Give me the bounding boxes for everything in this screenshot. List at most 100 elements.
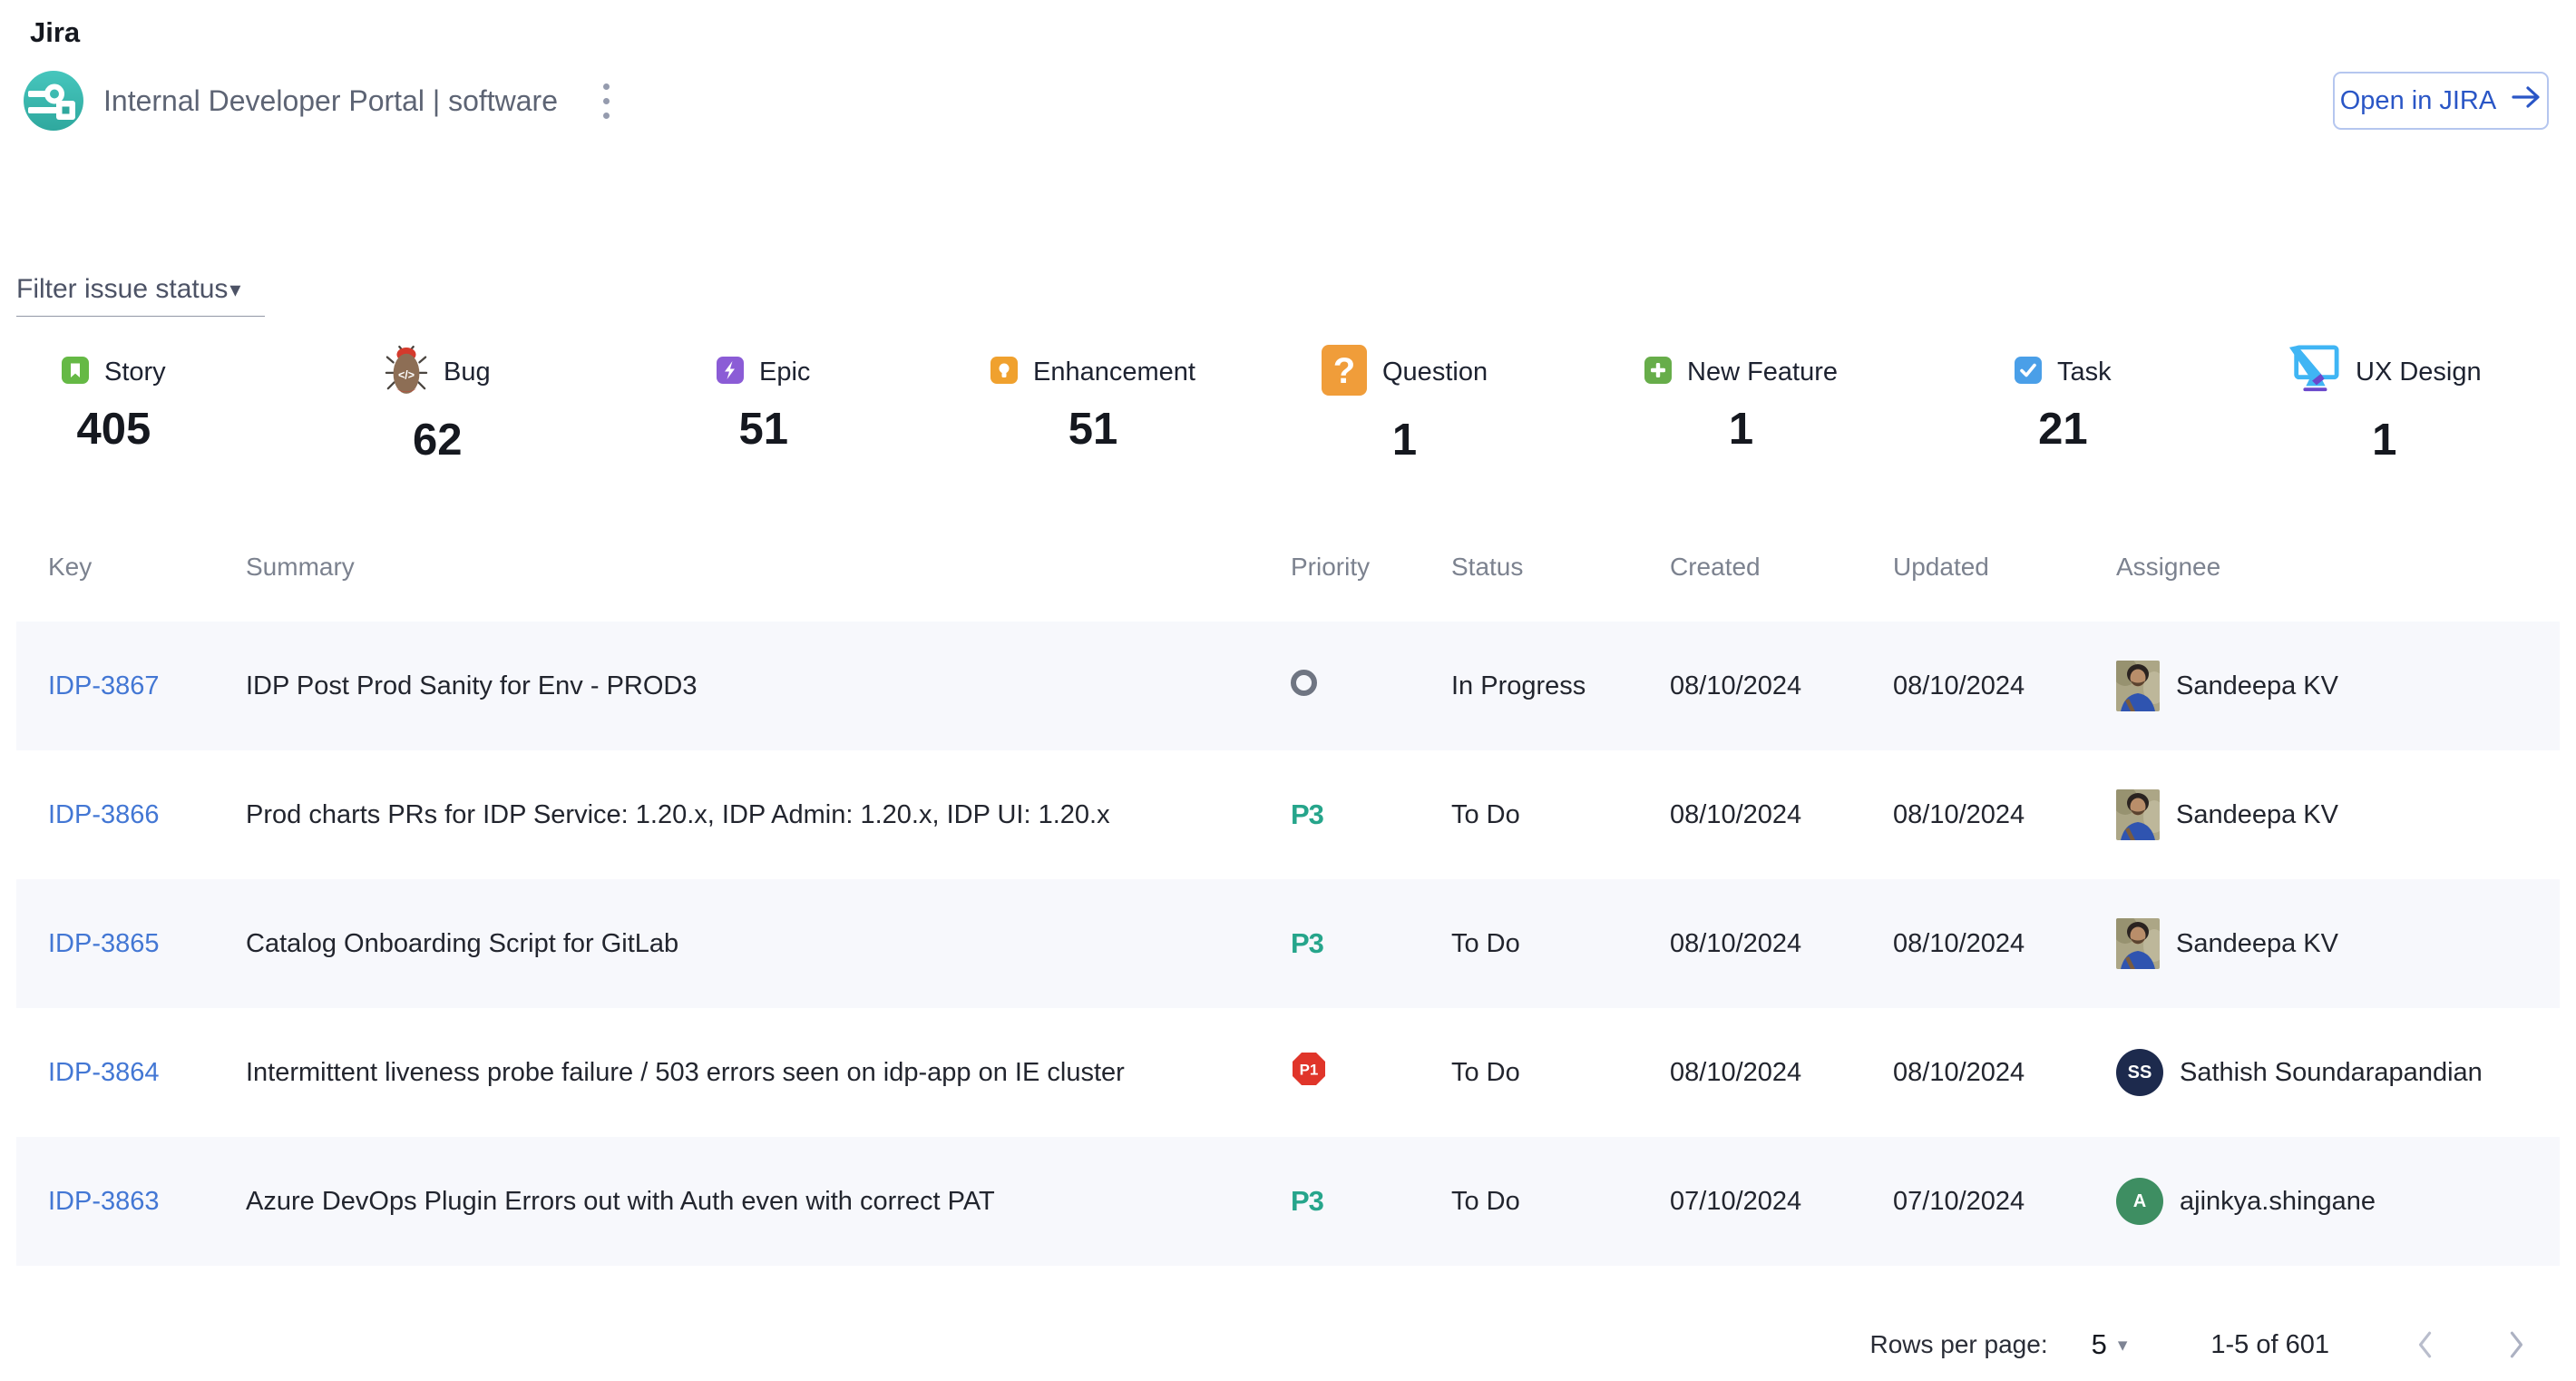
more-options-icon[interactable] (598, 78, 615, 124)
ux-design-icon (2288, 345, 2340, 400)
rows-per-page-select[interactable]: 5 ▾ (2092, 1328, 2128, 1361)
priority-p3-label: P3 (1291, 1185, 1323, 1217)
issue-summary: Prod charts PRs for IDP Service: 1.20.x,… (246, 800, 1291, 830)
chevron-down-icon: ▾ (2118, 1334, 2128, 1357)
entity-logo-icon (24, 71, 83, 131)
issue-type-count: 1 (1392, 415, 1417, 465)
card-header: Internal Developer Portal | software Ope… (16, 71, 2560, 131)
issue-status: In Progress (1451, 671, 1670, 701)
issue-updated: 08/10/2024 (1893, 1058, 2116, 1088)
assignee-name: Sathish Soundarapandian (2180, 1058, 2483, 1088)
story-icon (62, 357, 89, 388)
assignee-avatar (2116, 789, 2160, 840)
issue-type-count: 51 (738, 404, 788, 455)
table-row: IDP-3863 Azure DevOps Plugin Errors out … (16, 1137, 2560, 1266)
issue-type-story: Story 405 (62, 346, 385, 455)
assignee-avatar (2116, 918, 2160, 969)
column-created: Created (1670, 553, 1893, 582)
issue-type-enhancement: Enhancement 51 (990, 346, 1322, 455)
table-row: IDP-3865 Catalog Onboarding Script for G… (16, 879, 2560, 1008)
pagination-range: 1-5 of 601 (2210, 1330, 2329, 1360)
column-key: Key (48, 553, 246, 582)
question-icon: ? (1322, 345, 1367, 400)
issue-type-count: 1 (2372, 415, 2396, 465)
priority-p1-badge: P1 (1291, 1051, 1327, 1087)
issue-type-bug: </> Bug 62 (385, 346, 717, 465)
issue-created: 08/10/2024 (1670, 929, 1893, 959)
new-feature-icon (1644, 357, 1672, 388)
enhancement-icon (990, 357, 1018, 388)
issue-type-label: New Feature (1687, 357, 1838, 387)
priority-p3-label: P3 (1291, 798, 1323, 830)
issue-key-link[interactable]: IDP-3864 (48, 1058, 160, 1087)
arrow-right-icon (2511, 84, 2542, 117)
pagination-bar: Rows per page: 5 ▾ 1-5 of 601 (16, 1317, 2560, 1373)
issue-status: To Do (1451, 1058, 1670, 1088)
issue-type-label: Story (104, 357, 166, 387)
issue-created: 07/10/2024 (1670, 1187, 1893, 1217)
issue-updated: 08/10/2024 (1893, 671, 2116, 701)
issue-type-label: Task (2057, 357, 2112, 387)
next-page-button[interactable] (2500, 1328, 2532, 1361)
issue-type-label: UX Design (2356, 357, 2482, 387)
issue-summary: IDP Post Prod Sanity for Env - PROD3 (246, 671, 1291, 701)
svg-text:P1: P1 (1300, 1062, 1319, 1079)
issue-created: 08/10/2024 (1670, 671, 1893, 701)
issue-type-count: 21 (2038, 404, 2088, 455)
priority-p3-label: P3 (1291, 927, 1323, 959)
assignee-name: ajinkya.shingane (2180, 1187, 2376, 1217)
table-row: IDP-3864 Intermittent liveness probe fai… (16, 1008, 2560, 1137)
issue-type-counts: Story 405 (62, 346, 2560, 465)
issue-type-label: Bug (444, 357, 491, 387)
issue-status: To Do (1451, 800, 1670, 830)
issue-updated: 07/10/2024 (1893, 1187, 2116, 1217)
issue-type-label: Enhancement (1033, 357, 1195, 387)
issue-status: To Do (1451, 929, 1670, 959)
issue-type-count: 51 (1068, 404, 1118, 455)
column-status: Status (1451, 553, 1670, 582)
filter-issue-status-select[interactable]: Filter issue status ▾ (16, 274, 265, 317)
issue-created: 08/10/2024 (1670, 800, 1893, 830)
issue-summary: Azure DevOps Plugin Errors out with Auth… (246, 1187, 1291, 1217)
issue-summary: Intermittent liveness probe failure / 50… (246, 1058, 1291, 1088)
issue-updated: 08/10/2024 (1893, 800, 2116, 830)
issue-type-task: Task 21 (2015, 346, 2288, 455)
issues-table: Key Summary Priority Status Created Upda… (16, 553, 2560, 1266)
issue-type-label: Epic (759, 357, 810, 387)
filter-label: Filter issue status (16, 274, 228, 305)
issue-type-epic: Epic 51 (717, 346, 990, 455)
issue-key-link[interactable]: IDP-3866 (48, 800, 160, 829)
rows-per-page-label: Rows per page: (1869, 1330, 2047, 1359)
issue-updated: 08/10/2024 (1893, 929, 2116, 959)
table-row: IDP-3867 IDP Post Prod Sanity for Env - … (16, 622, 2560, 750)
column-updated: Updated (1893, 553, 2116, 582)
issue-status: To Do (1451, 1187, 1670, 1217)
column-summary: Summary (246, 553, 1291, 582)
svg-text:</>: </> (398, 368, 415, 381)
issue-key-link[interactable]: IDP-3863 (48, 1187, 160, 1216)
svg-text:?: ? (1333, 351, 1355, 391)
rows-per-page-value: 5 (2092, 1328, 2107, 1361)
entity-name: Internal Developer Portal | software (103, 84, 558, 118)
previous-page-button[interactable] (2409, 1328, 2442, 1361)
page-title: Jira (30, 16, 2560, 49)
issue-summary: Catalog Onboarding Script for GitLab (246, 929, 1291, 959)
issue-key-link[interactable]: IDP-3867 (48, 671, 160, 700)
assignee-name: Sandeepa KV (2176, 929, 2338, 959)
chevron-down-icon: ▾ (229, 277, 240, 303)
assignee-name: Sandeepa KV (2176, 800, 2338, 830)
issue-key-link[interactable]: IDP-3865 (48, 929, 160, 958)
issue-type-count: 405 (76, 404, 151, 455)
issue-type-count: 62 (413, 415, 463, 465)
assignee-name: Sandeepa KV (2176, 671, 2338, 701)
table-row: IDP-3866 Prod charts PRs for IDP Service… (16, 750, 2560, 879)
priority-none-icon (1291, 670, 1317, 696)
assignee-avatar: A (2116, 1178, 2163, 1225)
open-in-jira-button[interactable]: Open in JIRA (2333, 72, 2549, 130)
assignee-avatar (2116, 661, 2160, 711)
assignee-avatar: SS (2116, 1049, 2163, 1096)
column-priority: Priority (1291, 553, 1451, 582)
table-header: Key Summary Priority Status Created Upda… (16, 553, 2560, 582)
column-assignee: Assignee (2116, 553, 2560, 582)
issue-created: 08/10/2024 (1670, 1058, 1893, 1088)
